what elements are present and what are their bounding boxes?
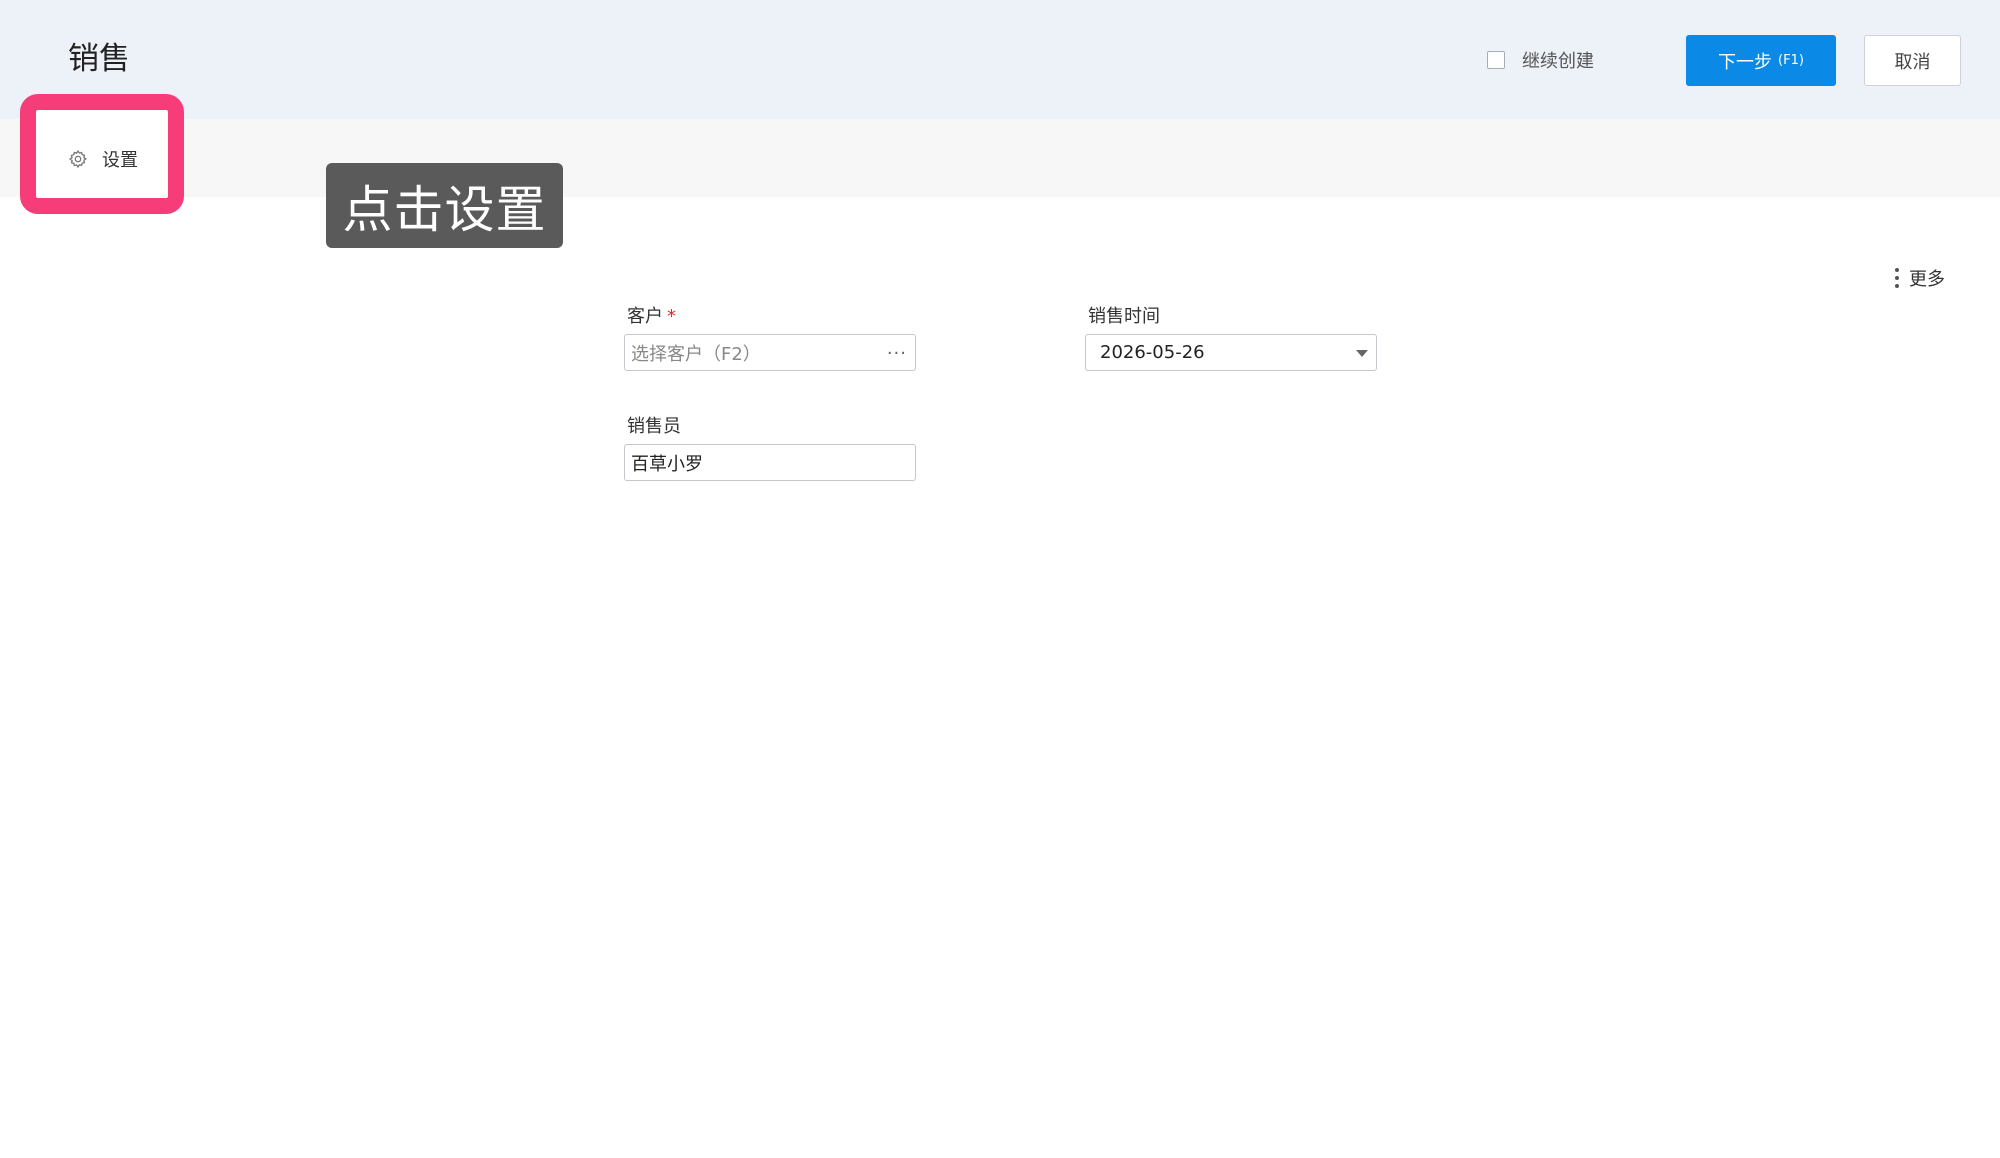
salesperson-label: 销售员 xyxy=(627,416,681,437)
next-step-shortcut: (F1) xyxy=(1778,53,1804,68)
required-mark: * xyxy=(667,306,676,327)
customer-input[interactable]: 选择客户（F2） ··· xyxy=(624,334,916,371)
continue-create-label[interactable]: 继续创建 xyxy=(1522,47,1594,73)
page-header: 销售 继续创建 下一步 (F1) 取消 xyxy=(0,0,2000,119)
next-step-button[interactable]: 下一步 (F1) xyxy=(1686,35,1836,86)
continue-create-option[interactable]: 继续创建 xyxy=(1487,48,1594,72)
sale-time-value: 2026-05-26 xyxy=(1100,342,1205,363)
customer-label-text: 客户 xyxy=(627,306,663,327)
vertical-dots-icon xyxy=(1895,268,1899,288)
sale-time-select[interactable]: 2026-05-26 xyxy=(1085,334,1377,371)
caret-down-icon[interactable] xyxy=(1356,350,1368,357)
click-settings-tooltip: 点击设置 xyxy=(326,163,563,248)
more-button[interactable]: 更多 xyxy=(1895,265,1945,291)
ellipsis-icon[interactable]: ··· xyxy=(887,343,907,364)
customer-placeholder: 选择客户（F2） xyxy=(631,343,761,365)
toolbar: 更多 xyxy=(0,119,2000,290)
page-title: 销售 xyxy=(68,41,130,77)
next-step-label: 下一步 xyxy=(1718,51,1773,73)
settings-label: 设置 xyxy=(102,150,138,171)
customer-label: 客户 * xyxy=(627,305,676,329)
more-label: 更多 xyxy=(1909,269,1945,290)
continue-create-checkbox[interactable] xyxy=(1487,51,1505,69)
cancel-button[interactable]: 取消 xyxy=(1864,35,1961,86)
salesperson-input[interactable]: 百草小罗 xyxy=(624,444,916,481)
sale-time-label: 销售时间 xyxy=(1088,306,1160,327)
salesperson-value: 百草小罗 xyxy=(631,453,703,475)
settings-button[interactable]: 设置 xyxy=(68,146,138,172)
gear-icon xyxy=(68,149,88,169)
